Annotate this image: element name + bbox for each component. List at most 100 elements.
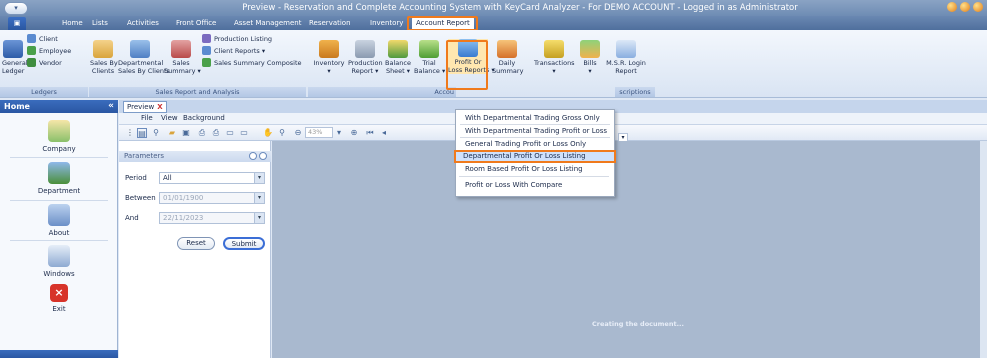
msr-login-report-button[interactable]: M.S.R. Login Report — [606, 40, 646, 75]
tab-inventory[interactable]: Inventory — [366, 17, 407, 30]
profit-loss-highlight — [446, 40, 488, 90]
sidebar-footer — [0, 350, 118, 358]
vendor-button[interactable]: Vendor — [27, 58, 62, 67]
ledger-icon — [3, 40, 23, 58]
period-select[interactable]: All ▾ — [159, 172, 265, 184]
scrollbar-track[interactable] — [980, 141, 987, 358]
sidebar-item-company[interactable]: Company — [0, 120, 118, 153]
production-report-icon — [355, 40, 375, 58]
employee-button[interactable]: Employee — [27, 46, 71, 55]
divider — [10, 240, 108, 241]
between-label: Between — [125, 194, 156, 202]
sales-summary-button[interactable]: Sales Summary ▾ — [164, 40, 201, 75]
tab-home[interactable]: Home — [58, 17, 87, 30]
close-panel-button[interactable] — [259, 152, 267, 160]
sales-group-label: Sales Report and Analysis — [89, 87, 306, 97]
client-reports-button[interactable]: Client Reports ▾ — [202, 46, 265, 55]
production-report-button[interactable]: Production Report ▾ — [348, 40, 383, 75]
open-icon[interactable]: ▰ — [167, 128, 177, 138]
departmental-sales-button[interactable]: Departmental Sales By Clients — [118, 40, 170, 75]
app-menu-button[interactable]: ▾ — [4, 2, 28, 15]
magnifier-icon[interactable]: ⚲ — [277, 128, 287, 138]
parameters-panel: Parameters Period All ▾ Between 01/01/19… — [119, 141, 271, 358]
composite-icon — [202, 58, 211, 67]
first-page-icon[interactable]: ⏮ — [365, 128, 375, 138]
production-listing-button[interactable]: Production Listing — [202, 34, 272, 43]
document-map-icon[interactable]: ▤ — [137, 128, 147, 138]
chevron-down-icon[interactable]: ▾ — [254, 213, 264, 223]
balance-sheet-button[interactable]: Balance Sheet ▾ — [384, 40, 412, 75]
submit-button[interactable]: Submit — [223, 237, 265, 250]
maximize-button[interactable] — [960, 2, 970, 12]
close-window-button[interactable] — [973, 2, 983, 12]
zoom-dropdown-icon[interactable]: ▾ — [334, 128, 344, 138]
close-tab-icon[interactable]: X — [157, 102, 162, 112]
tab-app[interactable]: ▣ — [8, 17, 26, 30]
chevron-down-icon[interactable]: ▾ — [254, 193, 264, 203]
accounts-group-label: Accou — [308, 87, 456, 97]
parameters-header: Parameters — [119, 151, 271, 162]
reset-button[interactable]: Reset — [177, 237, 215, 250]
sidebar: Home « Company Department About Windows … — [0, 100, 118, 358]
toolbar-grip-icon: ⋮ — [126, 128, 134, 137]
tab-preview[interactable]: Preview X — [123, 101, 167, 113]
trial-balance-button[interactable]: Trial Balance ▾ — [414, 40, 445, 75]
collapse-panel-button[interactable] — [249, 152, 257, 160]
transactions-button[interactable]: Transactions ▾ — [534, 40, 575, 75]
save-icon[interactable]: ▣ — [181, 128, 191, 138]
tab-activities[interactable]: Activities — [123, 17, 163, 30]
descriptions-group-label: scriptions — [615, 87, 655, 97]
quick-print-icon[interactable]: ⎙ — [211, 128, 221, 138]
client-icon — [27, 34, 36, 43]
employee-icon — [27, 46, 36, 55]
department-icon — [48, 162, 70, 184]
menu-view[interactable]: View — [161, 114, 178, 122]
menu-item-general-trading-profit-loss[interactable]: General Trading Profit or Loss Only — [456, 138, 614, 150]
page-setup-icon[interactable]: ▭ — [225, 128, 235, 138]
client-button[interactable]: Client — [27, 34, 58, 43]
menu-item-departmental-profit-loss-listing[interactable]: Departmental Profit Or Loss Listing — [454, 150, 616, 163]
sidebar-item-about[interactable]: About — [0, 204, 118, 237]
period-label: Period — [125, 174, 147, 182]
sales-summary-composite-button[interactable]: Sales Summary Composite — [202, 58, 302, 67]
hand-tool-icon[interactable]: ✋ — [263, 128, 273, 138]
menu-file[interactable]: File — [141, 114, 153, 122]
sidebar-item-department[interactable]: Department — [0, 162, 118, 195]
tab-reservation[interactable]: Reservation — [305, 17, 355, 30]
zoom-out-icon[interactable]: ⊖ — [293, 128, 303, 138]
bills-button[interactable]: Bills ▾ — [578, 40, 602, 75]
general-ledger-button[interactable]: General Ledger — [2, 40, 28, 75]
daily-summary-button[interactable]: Daily Summary — [492, 40, 523, 75]
tab-highlight — [407, 16, 478, 31]
header-footer-icon[interactable]: ▭ — [239, 128, 249, 138]
windows-icon — [48, 245, 70, 267]
between-date-field[interactable]: 01/01/1900 ▾ — [159, 192, 265, 204]
chevron-down-icon[interactable]: ▾ — [254, 173, 264, 183]
msr-login-icon — [616, 40, 636, 58]
tab-front-office[interactable]: Front Office — [172, 17, 220, 30]
tab-asset-management[interactable]: Asset Management — [230, 17, 305, 30]
find-icon[interactable]: ⚲ — [151, 128, 161, 138]
inventory-report-button[interactable]: Inventory ▾ — [312, 40, 346, 75]
menu-item-departmental-trading-profit-loss[interactable]: With Departmental Trading Profit or Loss — [456, 125, 614, 137]
and-date-field[interactable]: 22/11/2023 ▾ — [159, 212, 265, 224]
previous-page-icon[interactable]: ◂ — [379, 128, 389, 138]
sales-by-clients-button[interactable]: Sales By Clients — [90, 40, 118, 75]
profit-loss-dropdown: With Departmental Trading Gross Only Wit… — [454, 109, 616, 197]
minimize-button[interactable] — [947, 2, 957, 12]
ledgers-group-label: Ledgers — [0, 87, 88, 97]
vendor-icon — [27, 58, 36, 67]
menu-item-departmental-trading-gross[interactable]: With Departmental Trading Gross Only — [456, 112, 614, 124]
print-icon[interactable]: ⎙ — [197, 128, 207, 138]
document-status: Creating the document... — [592, 320, 684, 328]
inventory-icon — [319, 40, 339, 58]
tab-lists[interactable]: Lists — [88, 17, 112, 30]
zoom-in-icon[interactable]: ⊕ — [349, 128, 359, 138]
sidebar-item-exit[interactable]: × Exit — [0, 284, 118, 313]
company-icon — [48, 120, 70, 142]
collapse-sidebar-button[interactable]: « — [108, 100, 114, 113]
menu-background[interactable]: Background — [183, 114, 225, 122]
sales-summary-icon — [171, 40, 191, 58]
zoom-input[interactable]: 43% — [305, 127, 333, 138]
sidebar-item-windows[interactable]: Windows — [0, 245, 118, 278]
